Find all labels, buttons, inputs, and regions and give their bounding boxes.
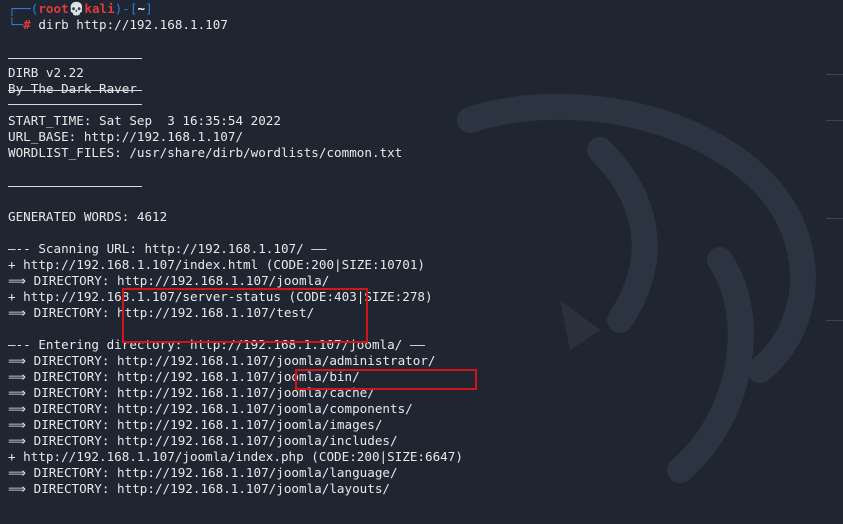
banner-author: By The Dark Raver <box>8 81 137 96</box>
prompt-host: kali <box>84 1 115 16</box>
generated-words: GENERATED WORDS: 4612 <box>8 209 168 224</box>
result-line: ⟹ DIRECTORY: http://192.168.1.107/joomla… <box>8 417 383 432</box>
banner-title: DIRB v2.22 <box>8 65 84 80</box>
result-line: ⟹ DIRECTORY: http://192.168.1.107/joomla… <box>8 465 398 480</box>
terminal-output[interactable]: ┌──(root💀kali)-[~] └─# dirb http://192.1… <box>8 1 838 497</box>
prompt-user: root <box>38 1 69 16</box>
skull-icon: 💀 <box>68 1 85 16</box>
prompt-line-top: ┌──(root💀kali)-[~] <box>8 1 838 17</box>
result-line: + http://192.168.1.107/joomla/index.php … <box>8 449 463 464</box>
result-line: + http://192.168.1.107/index.html (CODE:… <box>8 257 426 272</box>
prompt-frame-bottom: └─ <box>8 17 24 32</box>
scan-header: —-- Entering directory: http://192.168.1… <box>8 337 426 352</box>
url-base: URL_BASE: http://192.168.1.107/ <box>8 129 244 144</box>
result-line: ⟹ DIRECTORY: http://192.168.1.107/test/ <box>8 305 315 320</box>
start-time: START_TIME: Sat Sep 3 16:35:54 2022 <box>8 113 281 128</box>
divider <box>8 49 838 65</box>
command-text: dirb http://192.168.1.107 <box>38 17 228 32</box>
prompt-separator: )-[ <box>114 1 138 16</box>
wordlist-files: WORDLIST_FILES: /usr/share/dirb/wordlist… <box>8 145 403 160</box>
prompt-close: ] <box>145 1 153 16</box>
result-line: ⟹ DIRECTORY: http://192.168.1.107/joomla… <box>8 401 413 416</box>
prompt-cwd: ~ <box>137 1 146 16</box>
divider <box>8 177 838 193</box>
result-line: ⟹ DIRECTORY: http://192.168.1.107/joomla… <box>8 353 436 368</box>
result-line: ⟹ DIRECTORY: http://192.168.1.107/joomla… <box>8 433 398 448</box>
result-line: + http://192.168.1.107/server-status (CO… <box>8 289 433 304</box>
divider <box>8 104 142 105</box>
result-line: ⟹ DIRECTORY: http://192.168.1.107/joomla… <box>8 273 330 288</box>
result-line: ⟹ DIRECTORY: http://192.168.1.107/joomla… <box>8 385 375 400</box>
prompt-hash: # <box>23 17 31 32</box>
result-line: ⟹ DIRECTORY: http://192.168.1.107/joomla… <box>8 369 360 384</box>
prompt-line-command: └─# dirb http://192.168.1.107 <box>8 17 838 33</box>
result-line: ⟹ DIRECTORY: http://192.168.1.107/joomla… <box>8 481 390 496</box>
scan-header: —-- Scanning URL: http://192.168.1.107/ … <box>8 241 327 256</box>
prompt-frame: ┌──( <box>8 1 39 16</box>
